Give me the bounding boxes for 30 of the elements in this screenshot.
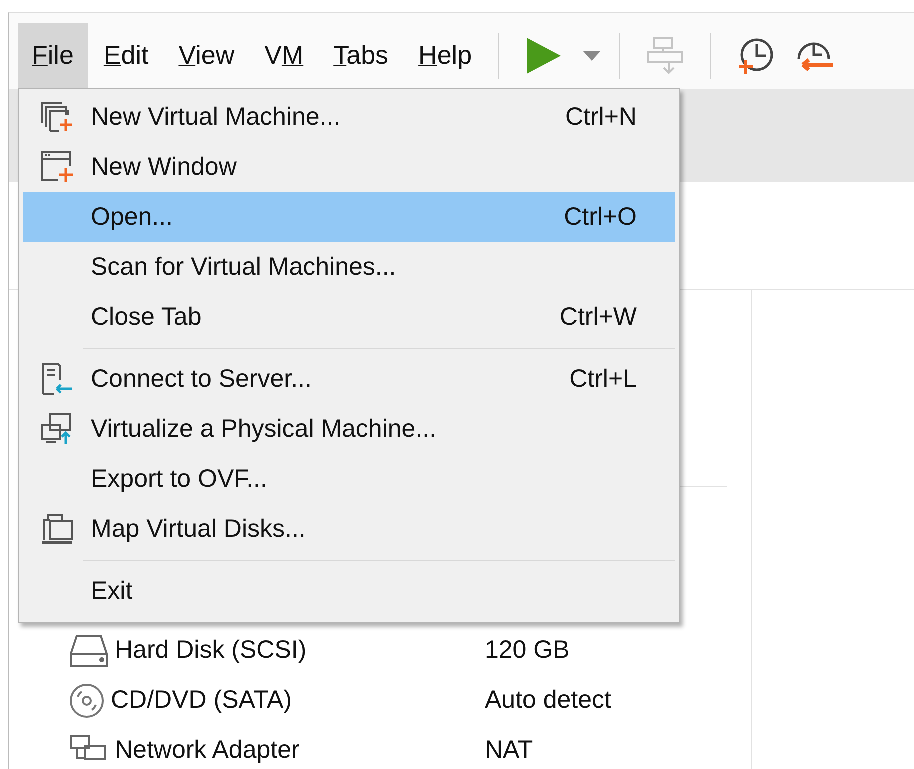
device-value: Auto detect	[485, 687, 612, 715]
menu-item[interactable]: New Virtual Machine... Ctrl+N	[23, 92, 675, 142]
stacked-windows-icon	[40, 512, 74, 546]
menu-item[interactable]: VM	[250, 22, 318, 88]
menu-item[interactable]: Connect to Server... Ctrl+L	[23, 354, 675, 404]
menu-item[interactable]: View	[164, 22, 249, 88]
menu-item[interactable]: Virtualize a Physical Machine...	[23, 404, 675, 454]
hard-disk-icon	[69, 634, 109, 668]
server-arrow-icon	[40, 362, 74, 396]
new-machine-icon	[40, 101, 74, 133]
device-value: 120 GB	[485, 637, 570, 665]
menu-item[interactable]: Exit	[23, 566, 675, 616]
menu-item[interactable]: Tabs	[320, 22, 403, 88]
device-name: CD/DVD (SATA)	[111, 687, 292, 715]
device-name: Hard Disk (SCSI)	[115, 637, 307, 665]
menu-item[interactable]: File	[18, 22, 88, 88]
menu-item[interactable]: Scan for Virtual Machines...	[23, 242, 675, 292]
new-window-icon	[40, 150, 74, 184]
caret-icon[interactable]	[583, 50, 602, 60]
disc-icon	[69, 683, 105, 719]
menu-item[interactable]: Help	[404, 22, 486, 88]
menu-item[interactable]: Export to OVF...	[23, 454, 675, 504]
menu-item[interactable]: New Window	[23, 142, 675, 192]
menu-item[interactable]: Open... Ctrl+O	[23, 192, 675, 242]
device-value: NAT	[485, 737, 534, 765]
menu-item[interactable]: Edit	[90, 22, 163, 88]
menu-item[interactable]: Close Tab Ctrl+W	[23, 292, 675, 342]
menu-item[interactable]: Map Virtual Disks...	[23, 504, 675, 554]
device-name: Network Adapter	[115, 737, 300, 765]
computers-arrow-icon	[40, 412, 74, 446]
